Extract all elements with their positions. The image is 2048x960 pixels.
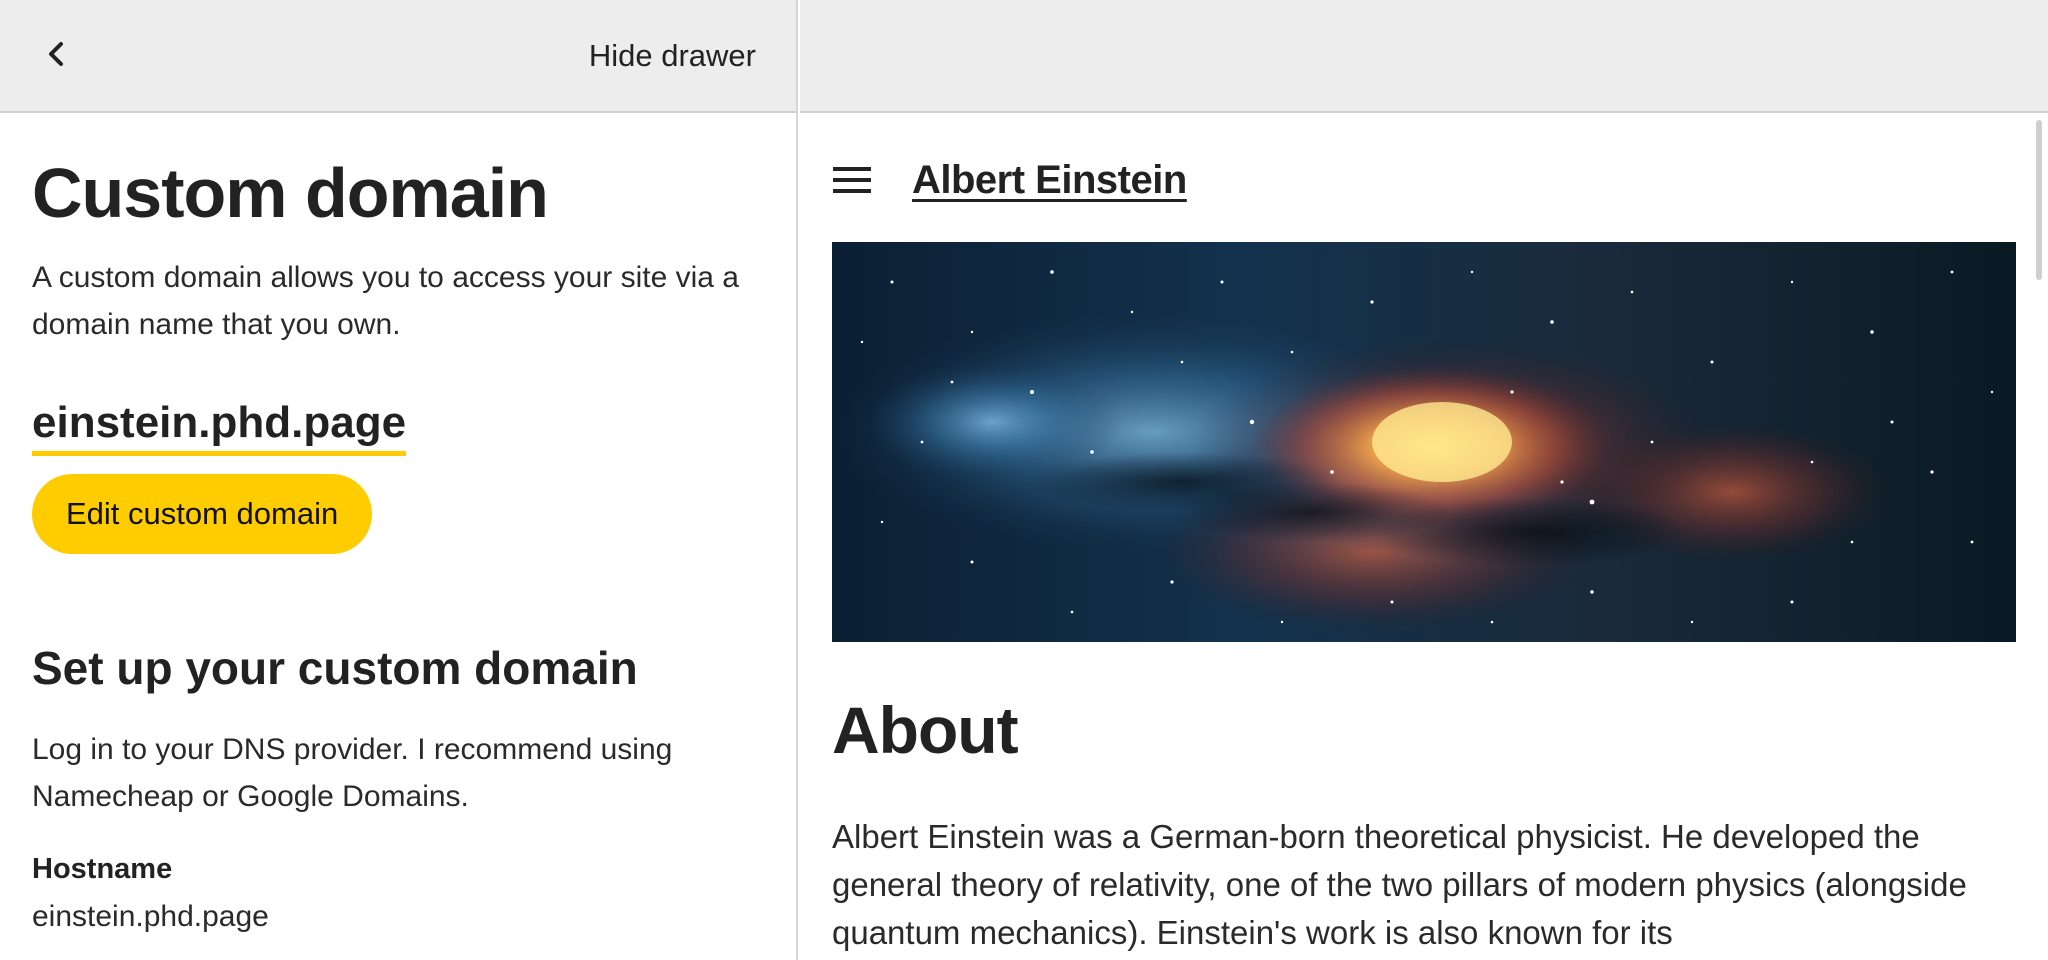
site-title-link[interactable]: Albert Einstein	[912, 158, 1187, 203]
page-title: Custom domain	[32, 154, 549, 232]
scrollbar[interactable]	[2036, 120, 2042, 280]
site-header: Albert Einstein	[832, 140, 1187, 220]
hostname-value: einstein.phd.page	[32, 900, 269, 933]
setup-section-title: Set up your custom domain	[32, 642, 638, 694]
chevron-left-icon	[45, 39, 67, 74]
about-heading: About	[832, 693, 1019, 767]
app-window: Hide drawer Custom domain A custom domai…	[0, 0, 2048, 960]
hamburger-menu-icon[interactable]	[832, 160, 872, 200]
setup-instructions: Log in to your DNS provider. I recommend…	[32, 733, 673, 813]
custom-domain-description: A custom domain allows you to access you…	[32, 261, 739, 341]
galaxy-nebula-image	[832, 242, 2016, 642]
preview-topbar	[800, 0, 2048, 113]
edit-custom-domain-button[interactable]: Edit custom domain	[32, 474, 373, 554]
hide-drawer-button[interactable]: Hide drawer	[589, 34, 756, 78]
current-domain-link[interactable]: einstein.phd.page	[32, 395, 407, 456]
hostname-label: Hostname	[32, 853, 173, 885]
settings-drawer: Hide drawer Custom domain A custom domai…	[0, 0, 798, 960]
about-paragraph: Albert Einstein was a German-born theore…	[832, 818, 1967, 951]
back-button[interactable]	[36, 32, 76, 80]
drawer-topbar: Hide drawer	[0, 0, 796, 113]
site-preview: Albert Einstein About Albert Einstein wa…	[800, 0, 2048, 960]
